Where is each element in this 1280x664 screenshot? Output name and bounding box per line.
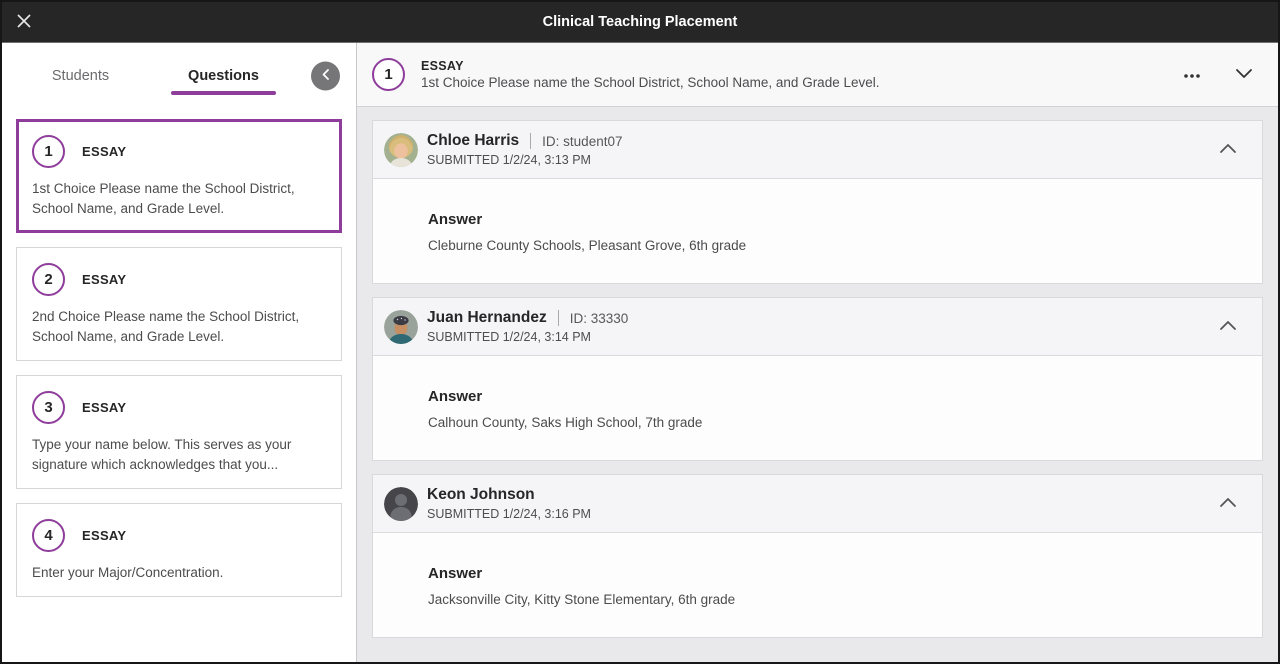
question-number-badge: 4 xyxy=(32,519,65,552)
tab-bar: Students Questions xyxy=(2,43,356,109)
chevron-down-icon xyxy=(1235,67,1253,82)
question-type-label: ESSAY xyxy=(82,144,126,159)
question-card-1[interactable]: 1 ESSAY 1st Choice Please name the Schoo… xyxy=(16,119,342,233)
question-text: 1st Choice Please name the School Distri… xyxy=(32,179,326,219)
answer-body: Answer Jacksonville City, Kitty Stone El… xyxy=(373,533,1262,637)
question-text: Type your name below. This serves as you… xyxy=(32,435,326,475)
page-title: Clinical Teaching Placement xyxy=(543,14,738,30)
answer-card-chloe-harris: Chloe Harris ID: student07 SUBMITTED 1/2… xyxy=(372,120,1263,284)
collapse-answer-button[interactable] xyxy=(1214,136,1242,164)
student-header[interactable]: Chloe Harris ID: student07 SUBMITTED 1/2… xyxy=(373,121,1262,179)
chevron-up-icon xyxy=(1219,142,1237,157)
student-header[interactable]: Keon Johnson SUBMITTED 1/2/24, 3:16 PM xyxy=(373,475,1262,533)
tab-students[interactable]: Students xyxy=(9,46,152,106)
question-list: 1 ESSAY 1st Choice Please name the Schoo… xyxy=(2,109,356,662)
divider xyxy=(530,133,531,149)
question-text: 2nd Choice Please name the School Distri… xyxy=(32,307,326,347)
question-card-3[interactable]: 3 ESSAY Type your name below. This serve… xyxy=(16,375,342,489)
question-card-4[interactable]: 4 ESSAY Enter your Major/Concentration. xyxy=(16,503,342,597)
answer-text: Jacksonville City, Kitty Stone Elementar… xyxy=(428,592,1246,607)
topbar: Clinical Teaching Placement xyxy=(2,2,1278,43)
student-name: Chloe Harris xyxy=(427,132,519,150)
collapse-panel-button[interactable] xyxy=(311,62,340,91)
avatar xyxy=(384,133,418,167)
chevron-up-icon xyxy=(1219,496,1237,511)
student-header[interactable]: Juan Hernandez ID: 33330 SUBMITTED 1/2/2… xyxy=(373,298,1262,356)
current-question-header: 1 ESSAY 1st Choice Please name the Schoo… xyxy=(357,43,1278,107)
avatar xyxy=(384,310,418,344)
question-card-2[interactable]: 2 ESSAY 2nd Choice Please name the Schoo… xyxy=(16,247,342,361)
panel-window: Clinical Teaching Placement Students Que… xyxy=(0,0,1280,664)
main-panel: 1 ESSAY 1st Choice Please name the Schoo… xyxy=(357,43,1278,662)
answer-heading: Answer xyxy=(428,565,1246,582)
submitted-timestamp: SUBMITTED 1/2/24, 3:13 PM xyxy=(427,153,622,167)
answer-body: Answer Calhoun County, Saks High School,… xyxy=(373,356,1262,460)
student-id: ID: 33330 xyxy=(570,311,629,326)
collapse-answer-button[interactable] xyxy=(1214,313,1242,341)
answer-card-keon-johnson: Keon Johnson SUBMITTED 1/2/24, 3:16 PM A… xyxy=(372,474,1263,638)
question-type-label: ESSAY xyxy=(82,272,126,287)
question-text: Enter your Major/Concentration. xyxy=(32,563,326,583)
overflow-menu-button[interactable] xyxy=(1178,61,1206,89)
divider xyxy=(558,310,559,326)
student-name: Keon Johnson xyxy=(427,486,535,504)
submitted-timestamp: SUBMITTED 1/2/24, 3:14 PM xyxy=(427,330,628,344)
close-button[interactable] xyxy=(11,9,37,35)
avatar-silhouette xyxy=(384,487,418,521)
answer-text: Cleburne County Schools, Pleasant Grove,… xyxy=(428,238,1246,253)
ellipsis-icon xyxy=(1183,67,1201,82)
answer-heading: Answer xyxy=(428,388,1246,405)
question-type-label: ESSAY xyxy=(82,400,126,415)
tab-questions[interactable]: Questions xyxy=(152,46,295,106)
question-type-label: ESSAY xyxy=(82,528,126,543)
answer-text: Calhoun County, Saks High School, 7th gr… xyxy=(428,415,1246,430)
chevron-left-icon xyxy=(319,68,333,85)
question-number-badge: 1 xyxy=(32,135,65,168)
question-number-badge: 3 xyxy=(32,391,65,424)
chevron-up-icon xyxy=(1219,319,1237,334)
answer-body: Answer Cleburne County Schools, Pleasant… xyxy=(373,179,1262,283)
close-icon xyxy=(14,11,34,34)
question-number-badge: 2 xyxy=(32,263,65,296)
question-number-badge: 1 xyxy=(372,58,405,91)
collapse-answer-button[interactable] xyxy=(1214,490,1242,518)
student-id: ID: student07 xyxy=(542,134,622,149)
collapse-question-button[interactable] xyxy=(1230,61,1258,89)
question-text: 1st Choice Please name the School Distri… xyxy=(421,75,880,90)
question-type-label: ESSAY xyxy=(421,59,880,73)
sidebar: Students Questions 1 ESSAY 1st Choice Pl… xyxy=(2,43,357,662)
answer-heading: Answer xyxy=(428,211,1246,228)
answers-list: Chloe Harris ID: student07 SUBMITTED 1/2… xyxy=(357,107,1278,662)
answer-card-juan-hernandez: Juan Hernandez ID: 33330 SUBMITTED 1/2/2… xyxy=(372,297,1263,461)
student-name: Juan Hernandez xyxy=(427,309,547,327)
submitted-timestamp: SUBMITTED 1/2/24, 3:16 PM xyxy=(427,507,591,521)
